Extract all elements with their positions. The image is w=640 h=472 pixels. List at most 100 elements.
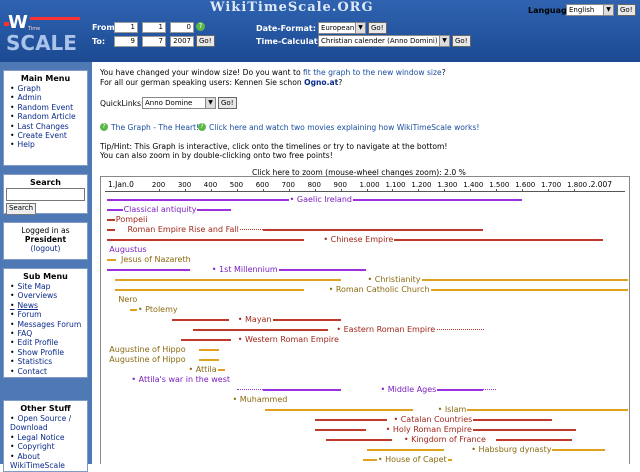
timeline-row[interactable]: • Roman Catholic Church xyxy=(101,285,631,295)
timeline-bar[interactable] xyxy=(262,229,484,231)
timeline-bar[interactable] xyxy=(431,289,628,291)
submenu-item-show-profile[interactable]: Show Profile xyxy=(10,348,87,357)
language-select[interactable]: English ▼ xyxy=(566,4,614,16)
timeline-row[interactable]: • Western Roman Empire xyxy=(101,335,631,345)
language-go-button[interactable]: Go! xyxy=(617,4,636,16)
menu-item-help[interactable]: Help xyxy=(10,140,87,149)
timeline-row[interactable]: • 1st Millennium xyxy=(101,265,631,275)
submenu-item-contact[interactable]: Contact xyxy=(10,367,87,376)
search-input[interactable] xyxy=(6,188,85,201)
date-range-go-button[interactable]: Go! xyxy=(196,35,215,47)
timeline-bar[interactable] xyxy=(192,329,328,331)
timeline-event-label[interactable]: • Western Roman Empire xyxy=(236,335,340,345)
timeline-bar[interactable] xyxy=(548,449,605,451)
logout-link[interactable]: (logout) xyxy=(4,244,87,253)
timeline-bar[interactable] xyxy=(114,289,305,291)
timeline-event-label[interactable]: • Catalan Countries xyxy=(392,415,474,425)
timeline-bar[interactable] xyxy=(470,429,576,431)
timeline-bar[interactable] xyxy=(314,429,367,431)
timeline-bar[interactable] xyxy=(107,269,191,271)
movies-link[interactable]: Click here and watch two movies explaini… xyxy=(209,123,479,132)
timeline-row[interactable]: Augustine of Hippo xyxy=(101,345,631,355)
timeline-bar[interactable] xyxy=(107,259,116,261)
timeline-event-label[interactable]: • Mayan xyxy=(236,315,273,325)
fit-graph-link[interactable]: fit the graph to the new window size xyxy=(303,68,442,77)
submenu-item-news[interactable]: News xyxy=(10,301,87,310)
timeline-event-label[interactable]: • Eastern Roman Empire xyxy=(335,325,437,335)
timeline-bar[interactable] xyxy=(198,349,219,351)
timeline-bar[interactable] xyxy=(265,409,414,411)
other-item-about[interactable]: About WikiTimeScale xyxy=(10,452,82,471)
timeline-bar[interactable] xyxy=(171,319,229,321)
timeline-row[interactable]: • Habsburg dynasty xyxy=(101,445,631,455)
timeline-bar[interactable] xyxy=(107,239,305,241)
from-month-input[interactable]: 1 xyxy=(142,22,166,33)
timeline-event-label[interactable]: • Gaelic Ireland xyxy=(288,195,353,205)
timeline-bar[interactable] xyxy=(405,279,628,281)
submenu-item-faq[interactable]: FAQ xyxy=(10,329,87,338)
date-format-go-button[interactable]: Go! xyxy=(368,22,387,34)
timeline-bar[interactable] xyxy=(262,389,341,391)
date-format-select[interactable]: European ▼ xyxy=(318,22,366,34)
timeline-row[interactable]: Roman Empire Rise and Fall xyxy=(101,225,631,235)
timeline-event-label[interactable]: Classical antiquity xyxy=(122,205,198,215)
timeline-row[interactable]: Nero xyxy=(101,295,631,305)
timeline-event-label[interactable]: • Kingdom of France xyxy=(402,435,487,445)
menu-item-admin[interactable]: Admin xyxy=(10,93,87,102)
submenu-item-statistics[interactable]: Statistics xyxy=(10,357,87,366)
time-calc-go-button[interactable]: Go! xyxy=(452,35,471,47)
timeline-row[interactable]: • Middle Ages xyxy=(101,385,631,395)
timeline-bar[interactable] xyxy=(198,359,219,361)
quicklinks-go-button[interactable]: Go! xyxy=(218,97,237,109)
timeline-row[interactable]: • Mayan xyxy=(101,315,631,325)
timeline-event-label[interactable]: Jesus of Nazareth xyxy=(119,255,192,265)
timeline-bar[interactable] xyxy=(366,449,445,451)
timeline-event-label[interactable]: • Holy Roman Empire xyxy=(384,425,473,435)
submenu-item-site-map[interactable]: Site Map xyxy=(10,282,87,291)
other-item-copyright[interactable]: Copyright xyxy=(10,442,87,451)
timeline-event-label[interactable]: • Chinese Empire xyxy=(322,235,395,245)
wikitimescale-logo[interactable]: W Time SCALE xyxy=(4,4,84,56)
timeline-event-label[interactable]: • Habsburg dynasty xyxy=(470,445,553,455)
timeline-row[interactable]: Pompeii xyxy=(101,215,631,225)
timeline-event-label[interactable]: • Roman Catholic Church xyxy=(327,285,431,295)
graph-heart-link[interactable]: The Graph - The Heart! xyxy=(111,123,199,132)
from-day-input[interactable]: 1 xyxy=(114,22,138,33)
timeline-event-label[interactable]: • Muhammed xyxy=(231,395,289,405)
timeline-event-label[interactable]: • Attila's war in the west xyxy=(130,375,232,385)
timeline-bar[interactable] xyxy=(325,439,393,441)
submenu-item-overviews[interactable]: Overviews xyxy=(10,291,87,300)
to-month-input[interactable]: 7 xyxy=(142,36,166,47)
timeline-event-label[interactable]: Augustine of Hippo xyxy=(108,345,187,355)
timeline-row[interactable]: • Gaelic Ireland xyxy=(101,195,631,205)
timeline-event-label[interactable]: Augustus xyxy=(108,245,148,255)
timeline-bar[interactable] xyxy=(114,279,341,281)
timeline-event-label[interactable]: Augustine of Hippo xyxy=(108,355,187,365)
submenu-item-messages-forum[interactable]: Messages Forum xyxy=(10,320,87,329)
menu-item-random-article[interactable]: Random Article xyxy=(10,112,87,121)
timeline-event-label[interactable]: • Christianity xyxy=(366,275,422,285)
other-item-open-source[interactable]: Open Source / Download xyxy=(10,414,82,433)
timeline-bar[interactable] xyxy=(379,239,603,241)
timeline-event-label[interactable]: • Islam xyxy=(436,405,468,415)
timeline-graph[interactable]: 1.Jan.0 9.Jul.2.007 200 300 400 500 600 700 800 9… xyxy=(100,176,631,465)
timeline-row[interactable]: Augustus xyxy=(101,245,631,255)
timeline-event-label[interactable]: • Middle Ages xyxy=(379,385,438,395)
other-item-legal-notice[interactable]: Legal Notice xyxy=(10,433,87,442)
timeline-row[interactable]: • Eastern Roman Empire xyxy=(101,325,631,335)
timeline-event-label[interactable]: • 1st Millennium xyxy=(210,265,279,275)
timeline-dotted-bar[interactable] xyxy=(236,389,263,390)
timeline-row[interactable]: • Catalan Countries xyxy=(101,415,631,425)
timeline-event-label[interactable]: Roman Empire Rise and Fall xyxy=(126,225,240,235)
menu-item-last-changes[interactable]: Last Changes xyxy=(10,122,87,131)
timeline-bar[interactable] xyxy=(314,419,388,421)
menu-item-create-event[interactable]: Create Event xyxy=(10,131,87,140)
submenu-item-forum[interactable]: Forum xyxy=(10,310,87,319)
timeline-row[interactable]: • Holy Roman Empire xyxy=(101,425,631,435)
timeline-row[interactable]: • Muhammed xyxy=(101,395,631,405)
timeline-bar[interactable] xyxy=(273,319,341,321)
timeline-event-label[interactable]: • Attila xyxy=(187,365,218,375)
to-year-input[interactable]: 2007 xyxy=(170,36,194,47)
timeline-row[interactable]: Augustine of Hippo xyxy=(101,355,631,365)
timeline-dotted-bar[interactable] xyxy=(483,389,497,390)
